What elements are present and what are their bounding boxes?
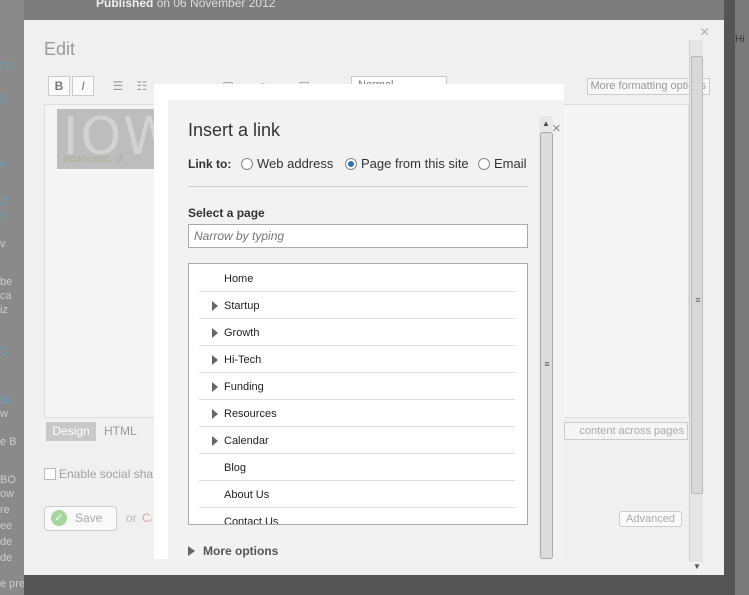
save-button[interactable]: ✓ Save — [44, 506, 117, 531]
expand-arrow-icon[interactable] — [212, 355, 218, 365]
page-list-item[interactable]: Growth — [199, 319, 515, 346]
edit-dialog-scrollbar[interactable]: ≡ ▼ — [689, 40, 703, 571]
social-sharing-label: Enable social sha — [59, 467, 154, 481]
page-list-item-label: Contact Us — [224, 516, 279, 525]
page-list-item[interactable]: Blog — [199, 454, 515, 481]
background-text-fragment: w — [0, 408, 8, 420]
background-text-fragment: ss — [0, 394, 11, 406]
page-list-item[interactable]: Contact Us — [199, 508, 515, 525]
cancel-link[interactable]: Ca — [142, 511, 152, 525]
more-options-label: More options — [203, 544, 279, 558]
insert-link-dialog-frame: × Insert a link Link to: Web address Pag… — [154, 84, 564, 559]
radio-web-address[interactable] — [241, 158, 253, 170]
select-page-label: Select a page — [188, 206, 265, 220]
radio-email[interactable] — [478, 158, 490, 170]
radio-page-from-site[interactable] — [345, 158, 357, 170]
page-list-item[interactable]: Resources — [199, 400, 515, 427]
expand-arrow-icon[interactable] — [212, 436, 218, 446]
edit-dialog-title: Edit — [44, 39, 76, 59]
background-text-fragment: s — [0, 158, 6, 170]
page-list-item-label: Funding — [224, 381, 264, 393]
page-list-item-label: Startup — [224, 300, 260, 312]
link-to-label: Link to: — [188, 157, 232, 171]
page-list-item-label: Home — [224, 273, 254, 285]
page-list-item[interactable]: Hi-Tech — [199, 346, 515, 373]
background-text-fragment: v — [0, 238, 6, 250]
scroll-down-arrow-icon[interactable]: ▼ — [690, 562, 704, 571]
insert-link-scrollbar-thumb[interactable]: ≡ — [540, 132, 553, 559]
expand-arrow-icon — [188, 546, 195, 556]
background-text-fragment: ow — [0, 488, 15, 500]
save-button-label: Save — [75, 511, 103, 525]
background-top-bar: Published on 06 November 2012 — [24, 0, 724, 20]
social-sharing-checkbox[interactable] — [44, 468, 56, 480]
page-list-item[interactable]: Home — [199, 265, 515, 292]
page-from-site-label[interactable]: Page from this site — [361, 156, 469, 171]
background-text-fragment: iz — [0, 304, 8, 316]
content-across-pages-button[interactable]: content across pages — [564, 422, 688, 440]
page-list-item[interactable]: Calendar — [199, 427, 515, 454]
expand-arrow-icon[interactable] — [212, 382, 218, 392]
background-text-fragment: de — [0, 536, 13, 548]
close-icon[interactable]: × — [552, 120, 561, 137]
numbered-list-icon[interactable]: ☰ — [110, 78, 126, 94]
expand-arrow-icon[interactable] — [212, 301, 218, 311]
page-list-item-label: About Us — [224, 489, 270, 501]
background-text-fragment: O — [0, 196, 9, 208]
background-text-fragment: re — [0, 504, 10, 516]
page-list-item[interactable]: About Us — [199, 481, 515, 508]
enable-social-sharing[interactable]: Enable social sha — [44, 467, 153, 481]
background-text-fragment: e previously — [0, 578, 24, 590]
expand-arrow-icon[interactable] — [212, 409, 218, 419]
bold-button[interactable]: B — [48, 76, 70, 96]
background-text-fragment: BO — [0, 474, 16, 486]
page-list-item[interactable]: Funding — [199, 373, 515, 400]
background-hi-fragment: Hi — [735, 34, 745, 45]
background-right-column: Hi — [735, 0, 749, 595]
page-list-item-label: Growth — [224, 327, 260, 339]
page-list-item-label: Calendar — [224, 435, 269, 447]
scrollbar-grip-icon: ≡ — [695, 295, 701, 305]
published-status: Published on 06 November 2012 — [96, 0, 276, 10]
scrollbar-grip-icon: ≡ — [544, 359, 550, 369]
page-list-item-label: Hi-Tech — [224, 354, 262, 366]
background-text-fragment: E — [0, 94, 8, 106]
italic-button[interactable]: I — [72, 76, 94, 96]
tab-html[interactable]: HTML — [104, 422, 137, 441]
or-separator: or — [126, 511, 137, 525]
bullet-list-icon[interactable]: ☷ — [134, 78, 150, 94]
email-label[interactable]: Email — [494, 156, 527, 171]
web-address-label[interactable]: Web address — [257, 156, 333, 171]
background-text-fragment: O — [0, 346, 9, 358]
background-text-fragment: be — [0, 276, 13, 288]
page-search-input[interactable] — [188, 224, 528, 248]
advanced-button[interactable]: Advanced — [619, 511, 682, 527]
tab-design[interactable]: Design — [46, 422, 96, 441]
insert-link-dialog: × Insert a link Link to: Web address Pag… — [168, 100, 564, 559]
page-list[interactable]: Home Startup Growth Hi-Tech Funding Resources… — [188, 263, 528, 525]
page-list-item-label: Blog — [224, 462, 247, 474]
page-list-item-label: Resources — [224, 408, 277, 420]
content-logo-image: IOW economic, d — [57, 109, 155, 169]
background-text-fragment: rr — [0, 210, 8, 222]
background-text-fragment: ca — [0, 290, 12, 302]
more-options-toggle[interactable]: More options — [188, 544, 278, 558]
logo-tagline: economic, d — [63, 153, 123, 165]
background-text-fragment: de — [0, 552, 13, 564]
edit-scrollbar-thumb[interactable]: ≡ — [691, 56, 703, 494]
dialog-title: Insert a link — [188, 120, 281, 140]
insert-link-scrollbar[interactable]: ▲ ≡ — [539, 116, 553, 559]
expand-arrow-icon[interactable] — [212, 328, 218, 338]
page-list-item[interactable]: Startup — [199, 292, 515, 319]
check-icon: ✓ — [51, 510, 67, 526]
background-text-fragment: ee — [0, 520, 13, 532]
background-text-fragment: t h — [0, 60, 13, 72]
divider — [188, 186, 528, 187]
background-text-fragment: e B — [0, 436, 17, 448]
scroll-up-arrow-icon[interactable]: ▲ — [539, 119, 553, 128]
